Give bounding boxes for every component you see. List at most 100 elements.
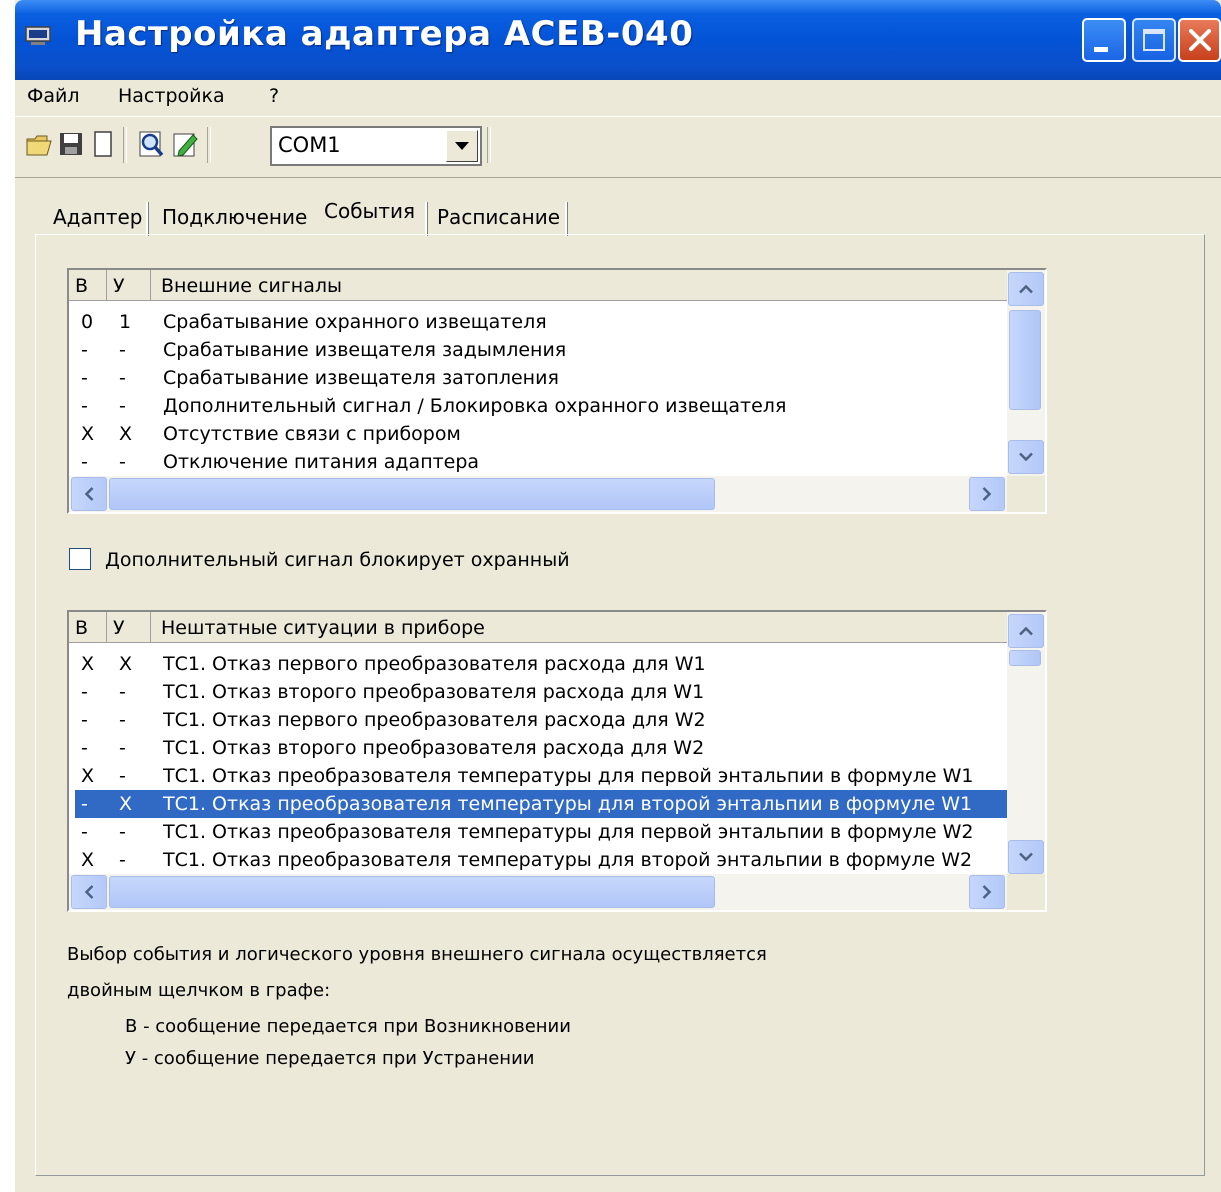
scroll-corner bbox=[1007, 874, 1045, 910]
port-select[interactable]: COM1 bbox=[270, 126, 482, 166]
save-disk-icon[interactable] bbox=[57, 129, 85, 159]
column-header-u[interactable]: У bbox=[107, 612, 151, 642]
event-on-occur-cell[interactable]: X bbox=[81, 420, 94, 448]
event-on-occur-cell[interactable]: X bbox=[81, 762, 94, 790]
scroll-up-button[interactable] bbox=[1008, 614, 1044, 648]
column-header-u[interactable]: У bbox=[107, 270, 151, 300]
horizontal-scroll-thumb[interactable] bbox=[109, 876, 715, 908]
help-text-line: У - сообщение передается при Устранении bbox=[125, 1048, 535, 1069]
event-on-clear-cell[interactable]: X bbox=[119, 420, 132, 448]
event-on-occur-cell[interactable]: - bbox=[81, 448, 88, 476]
event-on-occur-cell[interactable]: X bbox=[81, 846, 94, 874]
list-header: В У Нештатные ситуации в приборе bbox=[69, 612, 1009, 643]
event-on-occur-cell[interactable]: X bbox=[81, 650, 94, 678]
event-description: ТС1. Отказ второго преобразователя расхо… bbox=[163, 681, 705, 703]
column-header-v[interactable]: В bbox=[69, 612, 107, 642]
event-on-clear-cell[interactable]: - bbox=[119, 448, 126, 476]
event-on-occur-cell[interactable]: - bbox=[81, 364, 88, 392]
list-item[interactable]: 0 1 Срабатывание охранного извещателя bbox=[69, 308, 1009, 336]
chevron-right-icon bbox=[982, 885, 992, 899]
column-header-v[interactable]: В bbox=[69, 270, 107, 300]
preview-magnifier-icon[interactable] bbox=[137, 129, 165, 159]
event-on-clear-cell[interactable]: - bbox=[119, 392, 126, 420]
list-item[interactable]: - - Срабатывание извещателя задымления bbox=[69, 336, 1009, 364]
menu-settings[interactable]: Настройка bbox=[118, 80, 225, 114]
block-alarm-checkbox[interactable] bbox=[69, 548, 91, 570]
list-item[interactable]: X - ТС1. Отказ преобразователя температуры… bbox=[69, 846, 1009, 874]
list-item[interactable]: - X ТС1. Отказ преобразователя температуры… bbox=[75, 790, 1009, 818]
horizontal-scrollbar[interactable] bbox=[69, 874, 1009, 910]
event-on-clear-cell[interactable]: - bbox=[119, 818, 126, 846]
event-on-clear-cell[interactable]: - bbox=[119, 762, 126, 790]
event-on-clear-cell[interactable]: - bbox=[119, 336, 126, 364]
edit-pencil-icon[interactable] bbox=[171, 129, 199, 159]
event-on-occur-cell[interactable]: - bbox=[81, 734, 88, 762]
list-item[interactable]: - - ТС1. Отказ первого преобразователя рас… bbox=[69, 706, 1009, 734]
scroll-down-button[interactable] bbox=[1008, 840, 1044, 874]
column-header-faults[interactable]: Нештатные ситуации в приборе bbox=[151, 612, 1009, 642]
event-on-occur-cell[interactable]: - bbox=[81, 790, 88, 818]
scroll-corner bbox=[1007, 476, 1045, 512]
list-item[interactable]: - - Срабатывание извещателя затопления bbox=[69, 364, 1009, 392]
maximize-button[interactable] bbox=[1132, 18, 1176, 62]
scroll-down-button[interactable] bbox=[1008, 440, 1044, 474]
event-on-clear-cell[interactable]: - bbox=[119, 846, 126, 874]
minimize-button[interactable] bbox=[1082, 18, 1126, 62]
list-item[interactable]: X X ТС1. Отказ первого преобразователя рас… bbox=[69, 650, 1009, 678]
event-description: ТС1. Отказ преобразователя температуры д… bbox=[163, 821, 974, 843]
vertical-scrollbar[interactable] bbox=[1007, 612, 1045, 878]
event-on-occur-cell[interactable]: - bbox=[81, 336, 88, 364]
event-on-clear-cell[interactable]: 1 bbox=[119, 308, 131, 336]
event-on-clear-cell[interactable]: - bbox=[119, 678, 126, 706]
open-folder-icon[interactable] bbox=[25, 129, 53, 159]
tab-adapter[interactable]: Адаптер bbox=[49, 198, 147, 234]
scroll-left-button[interactable] bbox=[71, 875, 107, 909]
event-description: Дополнительный сигнал / Блокировка охран… bbox=[163, 395, 787, 417]
event-on-occur-cell[interactable]: - bbox=[81, 818, 88, 846]
event-on-occur-cell[interactable]: - bbox=[81, 678, 88, 706]
scroll-right-button[interactable] bbox=[969, 875, 1005, 909]
vertical-scrollbar[interactable] bbox=[1007, 270, 1045, 480]
title-bar[interactable]: Настройка адаптера ACEB-040 bbox=[15, 0, 1221, 80]
chevron-up-icon bbox=[1019, 284, 1033, 294]
column-header-signals[interactable]: Внешние сигналы bbox=[151, 270, 1009, 300]
event-on-occur-cell[interactable]: - bbox=[81, 706, 88, 734]
close-button[interactable] bbox=[1178, 18, 1221, 62]
help-text-line: Выбор события и логического уровня внешн… bbox=[67, 944, 767, 965]
list-item[interactable]: X - ТС1. Отказ преобразователя температуры… bbox=[69, 762, 1009, 790]
horizontal-scrollbar[interactable] bbox=[69, 476, 1009, 512]
block-alarm-label: Дополнительный сигнал блокирует охранный bbox=[105, 549, 570, 571]
event-description: ТС1. Отказ преобразователя температуры д… bbox=[163, 765, 974, 787]
event-on-occur-cell[interactable]: - bbox=[81, 392, 88, 420]
scroll-up-button[interactable] bbox=[1008, 272, 1044, 306]
menu-file[interactable]: Файл bbox=[27, 80, 80, 114]
event-on-clear-cell[interactable]: - bbox=[119, 706, 126, 734]
event-on-clear-cell[interactable]: X bbox=[119, 790, 132, 818]
port-dropdown-button[interactable] bbox=[446, 130, 478, 162]
menu-help[interactable]: ? bbox=[269, 80, 279, 114]
new-document-icon[interactable] bbox=[89, 129, 117, 159]
list-item[interactable]: X X Отсутствие связи с прибором bbox=[69, 420, 1009, 448]
device-faults-list[interactable]: В У Нештатные ситуации в приборе X X ТС1. … bbox=[67, 610, 1047, 912]
tab-events[interactable]: События bbox=[320, 192, 419, 228]
vertical-scroll-thumb[interactable] bbox=[1009, 650, 1041, 666]
scroll-right-button[interactable] bbox=[969, 477, 1005, 511]
tab-connection[interactable]: Подключение bbox=[158, 198, 311, 234]
event-on-occur-cell[interactable]: 0 bbox=[81, 308, 93, 336]
event-on-clear-cell[interactable]: - bbox=[119, 364, 126, 392]
list-item[interactable]: - - Отключение питания адаптера bbox=[69, 448, 1009, 476]
vertical-scroll-thumb[interactable] bbox=[1009, 310, 1041, 410]
list-item[interactable]: - - Дополнительный сигнал / Блокировка охр… bbox=[69, 392, 1009, 420]
toolbar: COM1 bbox=[15, 116, 1221, 178]
scroll-left-button[interactable] bbox=[71, 477, 107, 511]
external-signals-list[interactable]: В У Внешние сигналы 0 1 Срабатывание охран… bbox=[67, 268, 1047, 514]
event-on-clear-cell[interactable]: X bbox=[119, 650, 132, 678]
chevron-down-icon bbox=[1019, 852, 1033, 862]
tab-schedule[interactable]: Расписание bbox=[433, 198, 564, 234]
list-item[interactable]: - - ТС1. Отказ второго преобразователя рас… bbox=[69, 678, 1009, 706]
chevron-down-icon bbox=[455, 142, 469, 150]
event-on-clear-cell[interactable]: - bbox=[119, 734, 126, 762]
list-item[interactable]: - - ТС1. Отказ преобразователя температуры… bbox=[69, 818, 1009, 846]
horizontal-scroll-thumb[interactable] bbox=[109, 478, 715, 510]
list-item[interactable]: - - ТС1. Отказ второго преобразователя рас… bbox=[69, 734, 1009, 762]
